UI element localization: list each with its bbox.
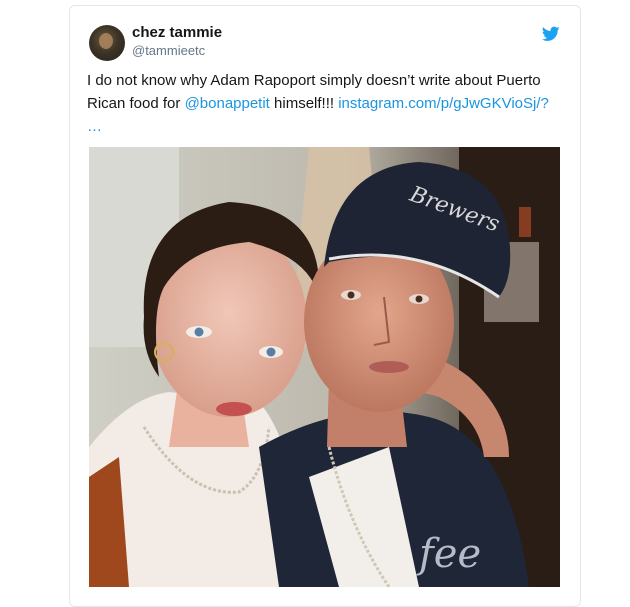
user-handle[interactable]: @tammieetc [132, 43, 205, 58]
mention-link[interactable]: @bonappetit [185, 95, 270, 112]
ellipsis-link[interactable]: … [87, 118, 102, 135]
tweet-card[interactable]: chez tammie @tammieetc I do not know why… [69, 5, 581, 607]
tweet-photo[interactable]: fee Brewers [89, 147, 560, 587]
svg-text:fee: fee [416, 531, 481, 577]
photo-illustration: fee Brewers [89, 147, 560, 587]
avatar[interactable] [89, 25, 125, 61]
display-name[interactable]: chez tammie [132, 24, 222, 41]
tweet-text: I do not know why Adam Rapoport simply d… [87, 69, 557, 138]
tweet-text-part2: himself!!! [269, 95, 339, 112]
twitter-bird-icon[interactable] [542, 26, 560, 42]
instagram-link[interactable]: instagram.com/p/gJwGKVioSj/? [338, 95, 549, 112]
